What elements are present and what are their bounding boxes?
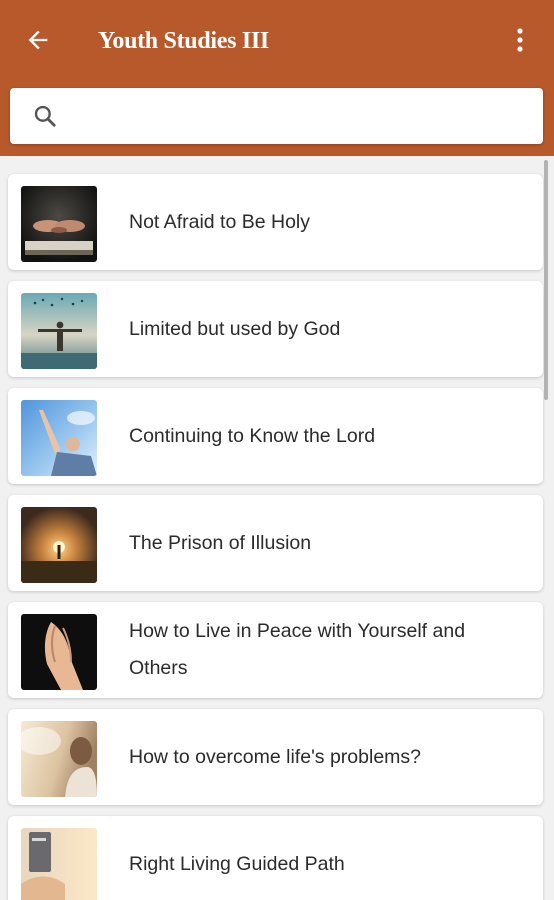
list-item[interactable]: Right Living Guided Path <box>8 816 543 900</box>
list-item[interactable]: Not Afraid to Be Holy <box>8 174 543 270</box>
thumbnail-image <box>21 721 97 797</box>
scrollbar[interactable] <box>544 160 548 400</box>
search-input[interactable] <box>74 96 524 136</box>
study-title: Limited but used by God <box>129 317 341 340</box>
thumbnail-image <box>21 507 97 583</box>
search-icon <box>34 105 56 127</box>
list-item[interactable]: Continuing to Know the Lord <box>8 388 543 484</box>
thumbnail-image <box>21 614 97 690</box>
search-bar[interactable] <box>10 88 543 144</box>
thumbnail-image <box>21 186 97 262</box>
thumbnail-image <box>21 828 97 900</box>
page-title: Youth Studies III <box>98 28 269 54</box>
study-list: Not Afraid to Be Holy Limited but used b… <box>0 156 554 900</box>
thumbnail-image <box>21 293 97 369</box>
back-button[interactable] <box>22 24 54 56</box>
study-title: How to overcome life's problems? <box>129 745 422 768</box>
list-item[interactable]: Limited but used by God <box>8 281 543 377</box>
study-title: How to Live in Peace with Yourself and O… <box>129 620 466 679</box>
study-title: Not Afraid to Be Holy <box>129 210 311 233</box>
app-bar: Youth Studies III <box>0 0 554 156</box>
study-title: Continuing to Know the Lord <box>129 424 376 447</box>
list-item[interactable]: How to Live in Peace with Yourself and O… <box>8 602 543 698</box>
thumbnail-image <box>21 400 97 476</box>
overflow-menu-button[interactable] <box>508 24 532 56</box>
more-vert-icon <box>517 28 523 52</box>
study-title: The Prison of Illusion <box>129 531 312 554</box>
study-title: Right Living Guided Path <box>129 852 345 875</box>
list-item[interactable]: How to overcome life's problems? <box>8 709 543 805</box>
list-item[interactable]: The Prison of Illusion <box>8 495 543 591</box>
arrow-back-icon <box>28 30 48 50</box>
